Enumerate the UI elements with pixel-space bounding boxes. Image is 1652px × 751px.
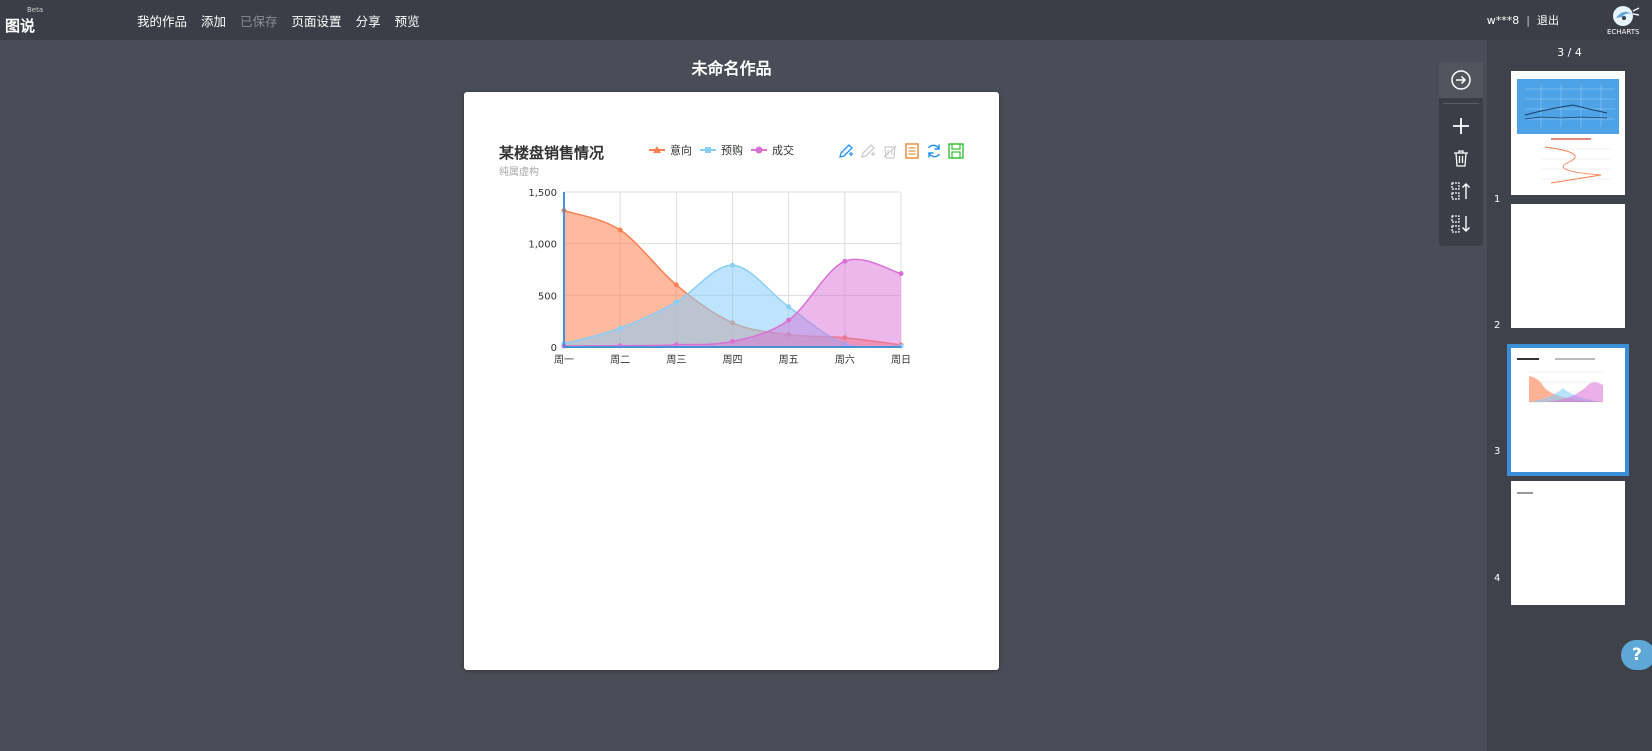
logout-link[interactable]: 退出 xyxy=(1537,12,1559,28)
thumbnail-preview xyxy=(1517,79,1619,184)
chart-title: 某楼盘销售情况 xyxy=(499,144,604,162)
data-point[interactable] xyxy=(730,338,735,344)
area-chart[interactable]: 某楼盘销售情况纯属虚构 0 500 1,000 1,500 周一 周二 周三 周四 周五 周六 周日 意… xyxy=(464,92,999,670)
x-tick-label: 周五 xyxy=(779,354,799,366)
save-image-icon[interactable] xyxy=(948,143,964,159)
y-tick-label: 0 xyxy=(551,343,557,354)
help-label: ? xyxy=(1632,645,1642,665)
x-tick-label: 周三 xyxy=(666,354,686,366)
help-button[interactable]: ? xyxy=(1621,640,1652,670)
data-point[interactable] xyxy=(673,282,679,288)
beta-badge: Beta xyxy=(27,6,44,14)
add-page-button[interactable] xyxy=(1439,110,1483,142)
data-point[interactable] xyxy=(786,317,792,323)
thumbnail-preview xyxy=(1517,492,1533,494)
next-page-button[interactable] xyxy=(1439,62,1483,98)
document-title[interactable]: 未命名作品 xyxy=(464,55,999,79)
mark-clear-icon[interactable] xyxy=(883,145,897,159)
y-tick-label: 1,500 xyxy=(528,188,557,199)
arrow-right-circle-icon xyxy=(1451,70,1471,90)
data-point[interactable] xyxy=(842,258,848,264)
thumbnail-number: 3 xyxy=(1494,446,1501,457)
tools-divider xyxy=(1443,103,1479,104)
legend-label-1[interactable]: 意向 xyxy=(670,143,692,157)
move-down-icon xyxy=(1451,215,1470,233)
page-thumbnail-2[interactable] xyxy=(1511,204,1625,328)
x-tick-label: 周四 xyxy=(723,354,743,366)
chart-subtitle: 纯属虚构 xyxy=(499,165,539,178)
page-thumbnail-3[interactable] xyxy=(1507,344,1629,476)
echarts-logo[interactable]: ECHARTS xyxy=(1607,3,1642,37)
data-point[interactable] xyxy=(730,262,735,268)
app-name: 图说 xyxy=(5,17,36,35)
thumbnail-number: 2 xyxy=(1494,320,1501,331)
data-point[interactable] xyxy=(786,304,792,310)
menu-my-works[interactable]: 我的作品 xyxy=(137,11,187,30)
data-point[interactable] xyxy=(617,325,623,331)
page-canvas[interactable]: 某楼盘销售情况纯属虚构 0 500 1,000 1,500 周一 周二 周三 周四 周五 周六 周日 意… xyxy=(464,92,999,670)
move-page-up-button[interactable] xyxy=(1439,175,1483,207)
legend-label-2[interactable]: 预购 xyxy=(721,143,743,157)
echarts-logo-icon xyxy=(1613,6,1640,26)
thumbnail-number: 4 xyxy=(1494,573,1501,584)
restore-icon[interactable] xyxy=(927,144,941,158)
y-tick-label: 500 xyxy=(538,291,557,302)
x-tick-label: 周日 xyxy=(891,354,911,366)
x-tick-label: 周六 xyxy=(835,354,855,366)
menu-preview[interactable]: 预览 xyxy=(395,11,420,30)
y-tick-label: 1,000 xyxy=(528,240,557,251)
data-point[interactable] xyxy=(617,227,623,233)
mark-pen-icon[interactable] xyxy=(839,144,853,158)
user-separator: | xyxy=(1526,13,1530,27)
legend-marker xyxy=(705,147,711,153)
data-point[interactable] xyxy=(673,299,679,305)
page-tools-panel xyxy=(1439,62,1483,246)
move-up-icon xyxy=(1451,182,1470,200)
menu-page-settings[interactable]: 页面设置 xyxy=(292,11,342,30)
move-page-down-button[interactable] xyxy=(1439,208,1483,240)
x-tick-label: 周一 xyxy=(554,354,574,366)
user-name: w***8 xyxy=(1486,13,1520,27)
page-counter: 3 / 4 xyxy=(1557,46,1582,59)
plus-icon xyxy=(1453,118,1469,134)
user-area: w***8 | 退出 xyxy=(1487,0,1559,40)
x-tick-label: 周二 xyxy=(610,354,630,366)
echarts-logo-text: ECHARTS xyxy=(1607,28,1640,36)
legend-marker xyxy=(755,146,763,154)
top-bar: Beta 图说 我的作品 添加 已保存 页面设置 分享 预览 w***8 | 退… xyxy=(0,0,1652,40)
menu-share[interactable]: 分享 xyxy=(356,11,381,30)
data-point[interactable] xyxy=(898,271,904,277)
thumbnail-number: 1 xyxy=(1494,194,1501,205)
page-thumbnail-4[interactable] xyxy=(1511,481,1625,605)
menu-saved-status: 已保存 xyxy=(240,13,278,29)
app-logo[interactable]: Beta 图说 xyxy=(5,6,45,36)
mark-undo-icon[interactable] xyxy=(861,144,875,158)
legend-label-3[interactable]: 成交 xyxy=(772,143,794,157)
menu-add[interactable]: 添加 xyxy=(201,11,226,30)
delete-page-button[interactable] xyxy=(1439,142,1483,174)
main-menu: 我的作品 添加 已保存 页面设置 分享 预览 xyxy=(137,0,434,40)
trash-icon xyxy=(1454,150,1468,167)
page-thumbnail-1[interactable] xyxy=(1511,71,1625,195)
thumbnail-preview xyxy=(1517,358,1603,403)
data-view-icon[interactable] xyxy=(905,143,919,159)
